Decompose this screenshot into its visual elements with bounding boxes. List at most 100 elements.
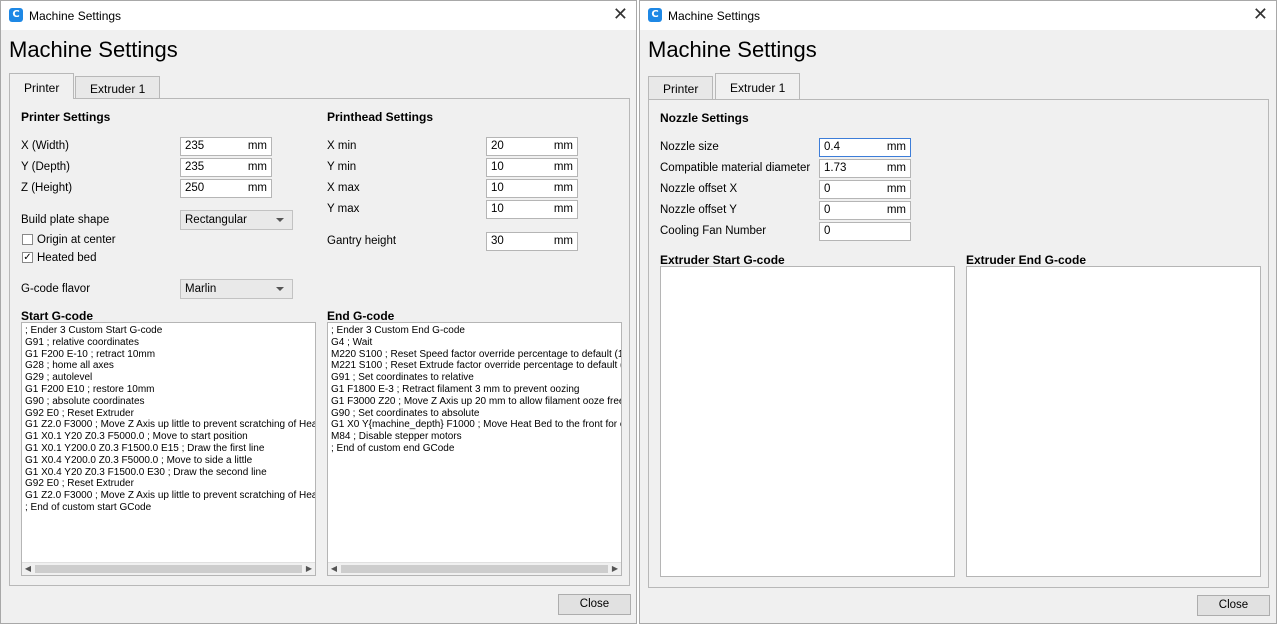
- gantry-height-field[interactable]: 30 mm: [486, 232, 578, 251]
- nozzle-offset-y-unit: mm: [886, 204, 906, 216]
- cooling-fan-field[interactable]: 0: [819, 222, 911, 241]
- extruder-panel: Nozzle Settings Nozzle size 0.4 mm Compa…: [648, 99, 1269, 588]
- gcode-flavor-label: G-code flavor: [21, 283, 91, 295]
- machine-settings-window-extruder: C Machine Settings ✕ Machine Settings Pr…: [639, 0, 1277, 624]
- xmax-label: X max: [327, 182, 360, 194]
- gcode-flavor-value: Marlin: [185, 283, 217, 295]
- ymax-field[interactable]: 10 mm: [486, 200, 578, 219]
- scroll-thumb[interactable]: [35, 565, 302, 573]
- build-plate-label: Build plate shape: [21, 214, 110, 226]
- ymin-value: 10: [491, 161, 504, 173]
- depth-label: Y (Depth): [21, 161, 71, 173]
- nozzle-offset-x-unit: mm: [886, 183, 906, 195]
- cooling-fan-label: Cooling Fan Number: [660, 225, 767, 237]
- material-diameter-label: Compatible material diameter: [660, 162, 811, 174]
- material-diameter-unit: mm: [886, 162, 906, 174]
- nozzle-size-field[interactable]: 0.4 mm: [819, 138, 911, 157]
- scroll-right-icon[interactable]: ▶: [609, 563, 621, 575]
- extruder-start-gcode-editor[interactable]: [660, 266, 955, 577]
- ymax-unit: mm: [553, 203, 573, 215]
- window-title: Machine Settings: [668, 9, 761, 23]
- extruder-end-gcode-title: Extruder End G-code: [966, 253, 1087, 267]
- printer-settings-title: Printer Settings: [21, 110, 111, 124]
- tab-printer[interactable]: Printer: [9, 73, 75, 99]
- height-field[interactable]: 250 mm: [180, 179, 272, 198]
- nozzle-size-value: 0.4: [824, 141, 840, 153]
- start-gcode-title: Start G-code: [21, 309, 94, 323]
- xmax-value: 10: [491, 182, 504, 194]
- origin-at-center-label: Origin at center: [37, 234, 116, 246]
- nozzle-offset-x-field[interactable]: 0 mm: [819, 180, 911, 199]
- scroll-thumb[interactable]: [341, 565, 608, 573]
- chevron-down-icon: [276, 287, 284, 291]
- width-field[interactable]: 235 mm: [180, 137, 272, 156]
- cooling-fan-value: 0: [824, 225, 831, 237]
- extruder-start-gcode-title: Extruder Start G-code: [660, 253, 785, 267]
- chevron-down-icon: [276, 218, 284, 222]
- title-bar: C Machine Settings ✕: [1, 1, 636, 30]
- xmin-label: X min: [327, 140, 357, 152]
- start-gcode-text: ; Ender 3 Custom Start G-code G91 ; rela…: [25, 325, 315, 513]
- xmin-field[interactable]: 20 mm: [486, 137, 578, 156]
- gcode-flavor-select[interactable]: Marlin: [180, 279, 293, 299]
- width-unit: mm: [247, 140, 267, 152]
- ymin-field[interactable]: 10 mm: [486, 158, 578, 177]
- end-gcode-text: ; Ender 3 Custom End G-code G4 ; Wait M2…: [331, 325, 621, 454]
- nozzle-offset-y-value: 0: [824, 204, 831, 216]
- nozzle-offset-x-value: 0: [824, 183, 831, 195]
- ymax-value: 10: [491, 203, 504, 215]
- build-plate-select[interactable]: Rectangular: [180, 210, 293, 230]
- material-diameter-value: 1.73: [824, 162, 847, 174]
- build-plate-value: Rectangular: [185, 214, 248, 226]
- xmax-unit: mm: [553, 182, 573, 194]
- nozzle-settings-title: Nozzle Settings: [660, 111, 749, 125]
- end-gcode-editor[interactable]: ; Ender 3 Custom End G-code G4 ; Wait M2…: [327, 322, 622, 576]
- page-heading: Machine Settings: [9, 37, 178, 62]
- gantry-height-value: 30: [491, 235, 504, 247]
- tab-extruder-1[interactable]: Extruder 1: [715, 73, 801, 99]
- origin-at-center-checkbox[interactable]: [22, 234, 33, 245]
- gantry-height-label: Gantry height: [327, 235, 397, 247]
- nozzle-offset-y-label: Nozzle offset Y: [660, 204, 737, 216]
- close-button[interactable]: Close: [1197, 595, 1270, 616]
- extruder-end-gcode-editor[interactable]: [966, 266, 1261, 577]
- height-unit: mm: [247, 182, 267, 194]
- nozzle-size-unit: mm: [886, 141, 906, 153]
- ymin-unit: mm: [553, 161, 573, 173]
- close-button[interactable]: Close: [558, 594, 631, 615]
- printhead-settings-title: Printhead Settings: [327, 110, 434, 124]
- gantry-height-unit: mm: [553, 235, 573, 247]
- cura-logo-icon: C: [648, 8, 662, 22]
- printer-panel: Printer Settings X (Width) 235 mm Y (Dep…: [9, 98, 630, 586]
- window-title: Machine Settings: [29, 9, 122, 23]
- depth-unit: mm: [247, 161, 267, 173]
- nozzle-offset-x-label: Nozzle offset X: [660, 183, 738, 195]
- xmax-field[interactable]: 10 mm: [486, 179, 578, 198]
- start-gcode-editor[interactable]: ; Ender 3 Custom Start G-code G91 ; rela…: [21, 322, 316, 576]
- title-bar: C Machine Settings ✕: [640, 1, 1276, 30]
- close-icon[interactable]: ✕: [613, 4, 628, 25]
- xmin-unit: mm: [553, 140, 573, 152]
- height-value: 250: [185, 182, 205, 194]
- nozzle-offset-y-field[interactable]: 0 mm: [819, 201, 911, 220]
- material-diameter-field[interactable]: 1.73 mm: [819, 159, 911, 178]
- ymin-label: Y min: [327, 161, 357, 173]
- width-value: 235: [185, 140, 205, 152]
- depth-value: 235: [185, 161, 205, 173]
- tab-extruder-1[interactable]: Extruder 1: [75, 76, 161, 100]
- width-label: X (Width): [21, 140, 69, 152]
- scroll-left-icon[interactable]: ◀: [328, 563, 340, 575]
- depth-field[interactable]: 235 mm: [180, 158, 272, 177]
- end-gcode-scrollbar[interactable]: ◀ ▶: [328, 562, 621, 575]
- scroll-left-icon[interactable]: ◀: [22, 563, 34, 575]
- ymax-label: Y max: [327, 203, 360, 215]
- heated-bed-checkbox[interactable]: ✓: [22, 252, 33, 263]
- xmin-value: 20: [491, 140, 504, 152]
- close-icon[interactable]: ✕: [1253, 4, 1268, 25]
- nozzle-size-label: Nozzle size: [660, 141, 719, 153]
- page-heading: Machine Settings: [648, 37, 817, 62]
- tab-printer[interactable]: Printer: [648, 76, 714, 100]
- start-gcode-scrollbar[interactable]: ◀ ▶: [22, 562, 315, 575]
- height-label: Z (Height): [21, 182, 73, 194]
- scroll-right-icon[interactable]: ▶: [303, 563, 315, 575]
